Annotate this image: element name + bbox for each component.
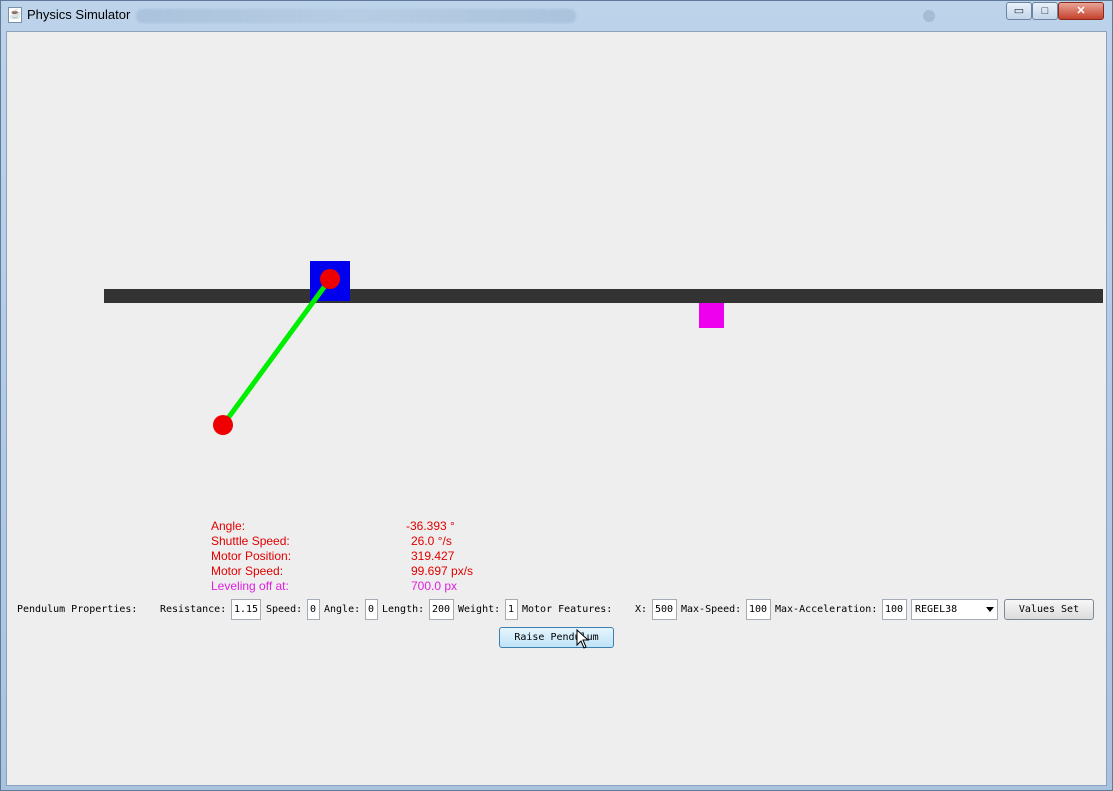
raise-pendulum-button[interactable]: Raise Pendulum bbox=[499, 627, 614, 648]
shuttle-speed-value: 26.0 °/s bbox=[411, 534, 452, 548]
maximize-button[interactable]: □ bbox=[1032, 2, 1058, 20]
client-area: Angle: -36.393 ° Shuttle Speed: 26.0 °/s… bbox=[6, 31, 1107, 786]
weight-label: Weight: bbox=[458, 604, 501, 615]
max-acceleration-label: Max-Acceleration: bbox=[775, 604, 878, 615]
length-label: Length: bbox=[382, 604, 425, 615]
window-title: Physics Simulator bbox=[27, 7, 131, 22]
motor-position-value: 319.427 bbox=[411, 549, 455, 563]
angle-field[interactable]: 0 bbox=[365, 599, 378, 620]
weight-field[interactable]: 1 bbox=[505, 599, 518, 620]
speed-field[interactable]: 0 bbox=[307, 599, 320, 620]
max-speed-label: Max-Speed: bbox=[681, 604, 742, 615]
blurred-taskbar-area bbox=[136, 9, 576, 23]
max-acceleration-field[interactable]: 100 bbox=[882, 599, 907, 620]
motor-position-label: Motor Position: bbox=[211, 549, 292, 563]
pendulum-pivot bbox=[320, 269, 340, 289]
pendulum-properties-label: Pendulum Properties: bbox=[17, 604, 138, 615]
x-field[interactable]: 500 bbox=[652, 599, 677, 620]
chevron-down-icon bbox=[986, 607, 994, 612]
leveling-label: Leveling off at: bbox=[211, 579, 289, 593]
speed-label: Speed: bbox=[266, 604, 303, 615]
leveling-marker bbox=[699, 303, 724, 328]
max-speed-field[interactable]: 100 bbox=[746, 599, 771, 620]
angle-field-label: Angle: bbox=[324, 604, 361, 615]
title-bar[interactable]: ☕ Physics Simulator ▭ □ ✕ bbox=[1, 1, 1112, 31]
shuttle-speed-label: Shuttle Speed: bbox=[211, 534, 290, 548]
properties-bar: Pendulum Properties: Resistance: 1.15 Sp… bbox=[7, 594, 1108, 624]
mouse-cursor-icon bbox=[576, 629, 590, 649]
simulation-canvas: Angle: -36.393 ° Shuttle Speed: 26.0 °/s… bbox=[7, 32, 1108, 593]
minimize-button[interactable]: ▭ bbox=[1006, 2, 1032, 20]
angle-value: -36.393 ° bbox=[406, 519, 455, 533]
x-label: X: bbox=[635, 604, 648, 615]
controller-selected-value: REGEL38 bbox=[915, 604, 958, 615]
motor-speed-label: Motor Speed: bbox=[211, 564, 284, 578]
simulation-svg bbox=[104, 261, 1103, 435]
blurred-icon bbox=[923, 10, 935, 22]
app-window: ☕ Physics Simulator ▭ □ ✕ Angle: -36.393… bbox=[0, 0, 1113, 791]
pendulum-bob bbox=[213, 415, 233, 435]
resistance-field[interactable]: 1.15 bbox=[231, 599, 261, 620]
motor-speed-value: 99.697 px/s bbox=[411, 564, 474, 578]
java-app-icon: ☕ bbox=[8, 7, 22, 23]
motor-features-label: Motor Features: bbox=[522, 604, 613, 615]
resistance-label: Resistance: bbox=[160, 604, 227, 615]
close-button[interactable]: ✕ bbox=[1058, 2, 1104, 20]
track-rail bbox=[104, 289, 1103, 303]
length-field[interactable]: 200 bbox=[429, 599, 454, 620]
leveling-value: 700.0 px bbox=[411, 579, 458, 593]
angle-label: Angle: bbox=[211, 519, 246, 533]
values-set-button[interactable]: Values Set bbox=[1004, 599, 1094, 620]
controller-select[interactable]: REGEL38 bbox=[911, 599, 998, 620]
